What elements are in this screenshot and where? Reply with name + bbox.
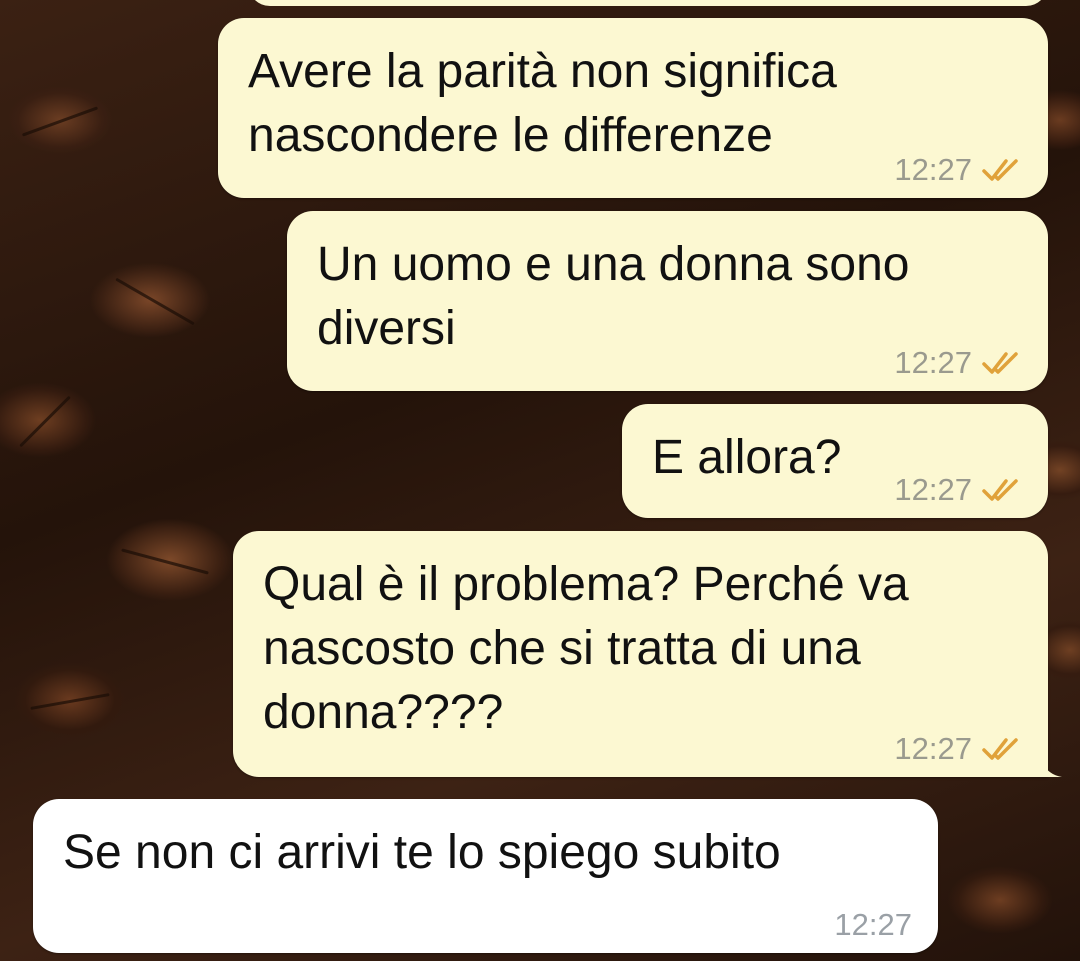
background-detail (121, 548, 209, 575)
background-detail (30, 693, 110, 710)
background-detail (19, 395, 71, 448)
message-text: E allora? (652, 431, 842, 484)
double-check-icon (982, 159, 1018, 181)
message-meta: 12:27 (894, 731, 1022, 767)
message-time: 12:27 (894, 345, 972, 380)
message-meta: 12:27 (894, 472, 1022, 508)
message-bubble-outgoing[interactable]: Qual è il problema? Perché va nascosto c… (233, 531, 1062, 777)
message-text: Qual è il problema? Perché va nascosto c… (263, 558, 909, 739)
double-check-icon (982, 352, 1018, 374)
message-text: Un uomo e una donna sono diversi (317, 238, 910, 355)
message-time: 12:27 (894, 472, 972, 507)
message-meta: 12:27 (834, 907, 912, 943)
message-text: Se non ci arrivi te lo spiego subito (63, 826, 781, 879)
previous-message-bubble[interactable] (248, 0, 1048, 6)
double-check-icon (982, 479, 1018, 501)
message-bubble-outgoing[interactable]: E allora? 12:27 (622, 404, 1048, 518)
message-text: Avere la parità non significa nascondere… (248, 45, 837, 162)
message-meta: 12:27 (894, 152, 1022, 188)
bubble-tail (1038, 753, 1062, 777)
background-detail (21, 106, 99, 137)
message-time: 12:27 (834, 907, 912, 942)
message-bubble-incoming[interactable]: Se non ci arrivi te lo spiego subito 12:… (33, 799, 938, 953)
message-bubble-outgoing[interactable]: Avere la parità non significa nascondere… (218, 18, 1048, 198)
message-time: 12:27 (894, 152, 972, 187)
message-meta: 12:27 (894, 345, 1022, 381)
double-check-icon (982, 738, 1018, 760)
message-bubble-outgoing[interactable]: Un uomo e una donna sono diversi 12:27 (287, 211, 1048, 391)
message-time: 12:27 (894, 731, 972, 766)
background-detail (115, 277, 195, 326)
